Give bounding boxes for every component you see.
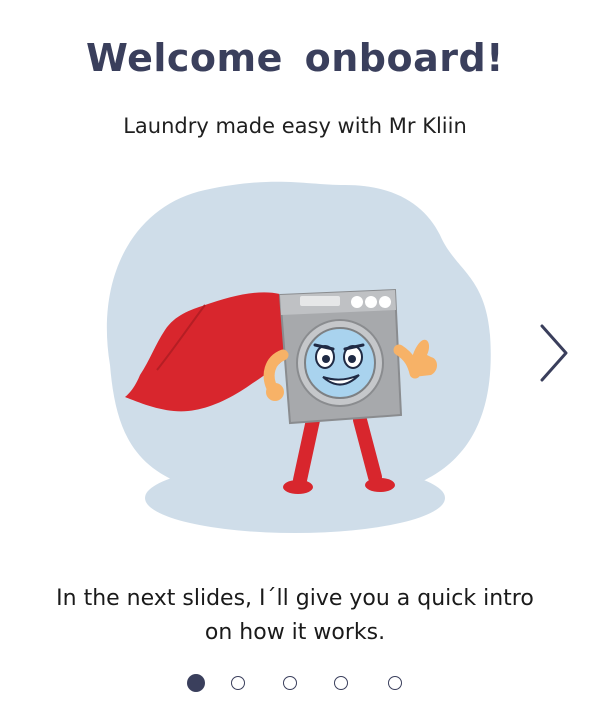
hero-illustration xyxy=(95,165,505,540)
next-slide-button[interactable] xyxy=(530,318,574,388)
page-subtitle: Laundry made easy with Mr Kliin xyxy=(123,114,467,138)
slide-description: In the next slides, I´ll give you a quic… xyxy=(56,586,534,645)
pagination-dots xyxy=(0,674,590,696)
pagination-dot-3[interactable] xyxy=(283,676,297,690)
pagination-dot-2[interactable] xyxy=(231,676,245,690)
chevron-right-icon xyxy=(540,324,568,382)
superhero-washing-machine-icon xyxy=(106,181,491,533)
pagination-dot-5[interactable] xyxy=(388,676,402,690)
page-title: Welcome onboard! xyxy=(86,36,504,80)
pagination-dot-1[interactable] xyxy=(187,674,205,692)
pagination-dot-4[interactable] xyxy=(334,676,348,690)
